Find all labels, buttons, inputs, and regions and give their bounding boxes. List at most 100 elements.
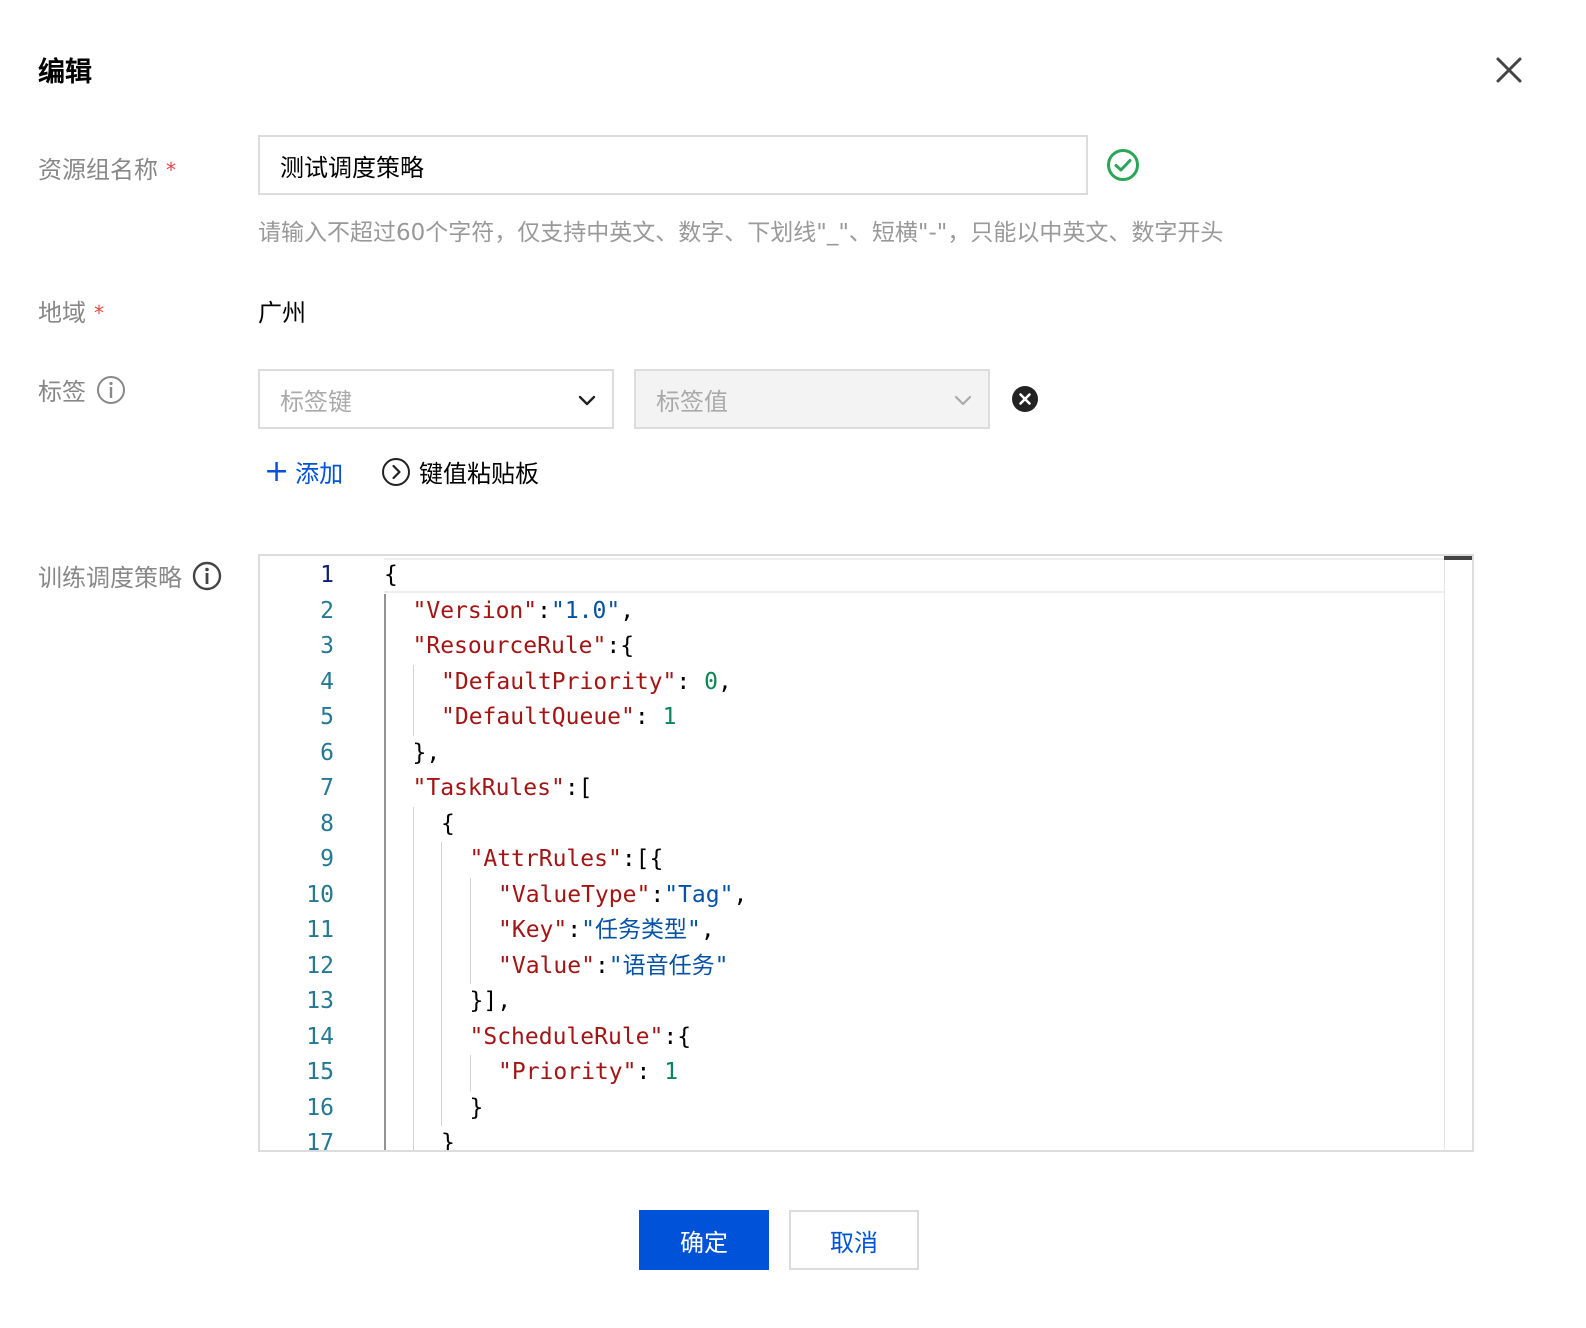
region-value: 广州	[258, 299, 306, 327]
code-line: "ValueType":"Tag",	[498, 878, 747, 913]
info-icon[interactable]	[192, 561, 222, 591]
edit-dialog: 编辑 资源组名称 * 测试调度策略 请输入不超过60个字符，仅支持中英文、数字、…	[0, 0, 1586, 1328]
scrollbar-thumb[interactable]	[1444, 556, 1472, 560]
code-token: "DefaultQueue"	[441, 704, 635, 730]
code-token: :	[650, 881, 665, 908]
tags-label: 标签	[38, 372, 126, 407]
code-line: "DefaultPriority": 0,	[441, 665, 732, 700]
indent-guide	[441, 1090, 442, 1126]
code-token: 1	[662, 704, 677, 730]
code-token: :	[634, 704, 663, 730]
indent-guide	[384, 735, 386, 771]
line-number: 3	[320, 633, 334, 659]
indent-guide	[441, 1019, 442, 1055]
code-area[interactable]: {"Version":"1.0", "ResourceRule":{"Defaul…	[384, 556, 1444, 1150]
info-icon[interactable]	[96, 375, 126, 405]
indent-guide	[469, 948, 471, 984]
line-number: 5	[320, 704, 334, 730]
code-token: "Priority"	[498, 1059, 637, 1085]
indent-guide	[412, 1090, 414, 1126]
resource-group-name-input[interactable]: 测试调度策略	[258, 135, 1088, 195]
required-mark: *	[94, 300, 104, 325]
code-token: },	[412, 739, 441, 766]
code-line: "Key":"任务类型",	[498, 913, 715, 948]
code-token: :{	[663, 1023, 692, 1050]
code-token: :	[636, 1059, 665, 1085]
dialog-title: 编辑	[38, 57, 92, 88]
code-line: "AttrRules":[{	[470, 842, 664, 877]
indent-guide	[441, 913, 442, 949]
indent-guide	[412, 806, 414, 842]
line-number: 6	[320, 739, 334, 766]
code-token: "Tag"	[664, 881, 734, 908]
line-number: 2	[320, 597, 334, 624]
indent-guide	[384, 1055, 386, 1091]
code-line: "Value":"语音任务"	[498, 949, 729, 984]
policy-code-editor[interactable]: 1 2 3 4 5 6 7 8 9 10 11 12 13 14 15 16 17 {"Version":"1.…	[258, 554, 1474, 1152]
code-line: "ResourceRule":{	[413, 629, 635, 664]
indent-guide	[412, 1055, 414, 1091]
line-number: 13	[306, 988, 334, 1014]
line-number: 8	[320, 810, 334, 837]
chevron-down-icon	[954, 395, 972, 406]
indent-guide	[384, 664, 386, 700]
code-token: {	[441, 810, 455, 837]
code-token: "TaskRules"	[412, 775, 565, 801]
indent-guide	[412, 664, 414, 700]
code-token: "1.0"	[550, 597, 621, 624]
close-icon	[1496, 57, 1522, 83]
code-line: "Version":"1.0",	[413, 594, 635, 629]
indent-guide	[384, 1126, 386, 1150]
indent-guide	[384, 771, 386, 807]
line-number: 15	[306, 1059, 334, 1085]
add-tag-label: 添加	[295, 460, 344, 488]
code-line: }	[441, 1126, 455, 1152]
indent-guide	[412, 984, 414, 1020]
line-number: 12	[306, 952, 334, 979]
confirm-button[interactable]: 确定	[639, 1210, 769, 1270]
line-number: 10	[306, 881, 334, 908]
code-token: "任务类型"	[581, 917, 701, 943]
code-token: 0	[704, 668, 718, 695]
line-number: 17	[306, 1130, 334, 1152]
tag-key-select[interactable]: 标签键	[258, 369, 614, 429]
code-token: "Key"	[498, 917, 568, 943]
region-label: 地域 *	[38, 299, 104, 327]
close-button[interactable]	[1494, 55, 1524, 85]
indent-guide	[412, 877, 414, 913]
line-number: 11	[306, 917, 334, 943]
key-value-clipboard-button[interactable]: 键值粘贴板	[381, 454, 539, 489]
remove-tag-icon[interactable]	[1011, 385, 1039, 413]
editor-scrollbar[interactable]	[1444, 556, 1472, 1150]
indent-guide	[441, 1055, 442, 1091]
line-number-gutter: 1 2 3 4 5 6 7 8 9 10 11 12 13 14 15 16 17	[260, 556, 384, 1150]
code-token: }	[441, 1130, 455, 1152]
indent-guide	[441, 842, 442, 878]
code-token: ,	[717, 668, 732, 695]
check-circle-icon	[1107, 149, 1139, 181]
line-number: 16	[306, 1094, 334, 1121]
code-token: "ScheduleRule"	[469, 1023, 664, 1050]
cancel-button[interactable]: 取消	[789, 1210, 919, 1270]
line-number: 4	[320, 668, 334, 695]
code-token: ,	[733, 881, 748, 908]
indent-guide	[384, 629, 386, 665]
indent-guide	[384, 806, 386, 842]
plus-icon: +	[264, 453, 290, 489]
name-hint: 请输入不超过60个字符，仅支持中英文、数字、下划线"_"、短横"-"，只能以中英…	[258, 220, 1224, 246]
add-tag-button[interactable]: + 添加	[264, 454, 343, 489]
chevron-down-icon	[578, 395, 596, 406]
indent-guide	[412, 700, 414, 736]
line-number: 1	[320, 562, 334, 588]
code-token: :	[594, 952, 609, 979]
code-token: "ValueType"	[498, 881, 651, 908]
policy-label: 训练调度策略	[38, 558, 222, 593]
code-token: :[{	[621, 846, 664, 872]
tag-value-select[interactable]: 标签值	[634, 369, 990, 429]
code-token: :	[537, 597, 551, 624]
indent-guide	[412, 842, 414, 878]
indent-guide	[384, 1019, 386, 1055]
line-number: 9	[320, 846, 334, 872]
code-token: :	[676, 668, 705, 695]
clipboard-label: 键值粘贴板	[419, 460, 539, 488]
